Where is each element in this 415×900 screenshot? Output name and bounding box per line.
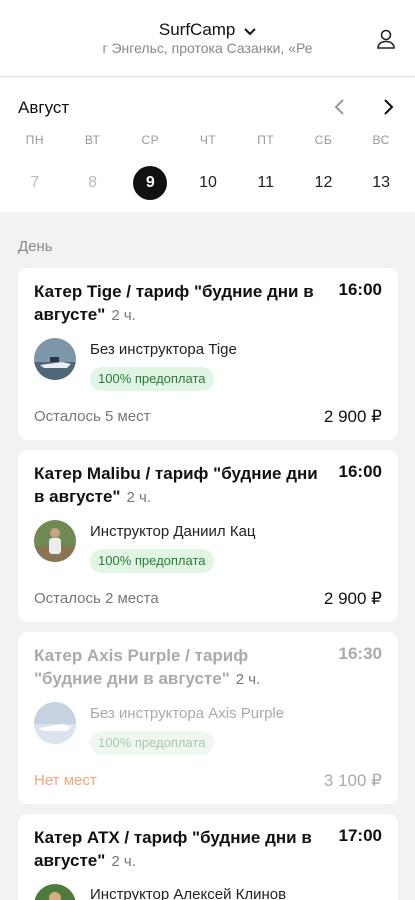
weekday-label: ВТ <box>84 133 101 147</box>
instructor-name: Без инструктора Axis Purple <box>90 705 285 722</box>
week-calendar: Август ПН ВТ СР ЧТ ПТ СБ ВС 7 8 9 10 11 … <box>0 78 415 212</box>
slot-title: Катер Axis Purple / тариф "будние дни в … <box>34 644 319 691</box>
instructor-avatar <box>34 884 76 900</box>
seats-left: Осталось 2 места <box>34 590 159 607</box>
slot-title: Катер Malibu / тариф "будние дни в авгус… <box>34 462 319 509</box>
slot-card[interactable]: Катер Malibu / тариф "будние дни в авгус… <box>18 450 398 622</box>
section-label: День <box>18 238 53 255</box>
slot-time: 16:00 <box>338 280 382 299</box>
instructor-name: Инструктор Даниил Кац <box>90 523 256 540</box>
slot-card[interactable]: Катер Tige / тариф "будние дни в августе… <box>18 268 398 440</box>
day-cell[interactable]: 12 <box>295 166 353 200</box>
slot-title: Катер ATX / тариф "будние дни в августе"… <box>34 826 319 873</box>
user-icon[interactable] <box>375 28 397 50</box>
prepayment-badge: 100% предоплата <box>90 367 214 391</box>
chevron-right-icon[interactable] <box>377 96 399 118</box>
slot-duration: 2 ч. <box>235 671 261 688</box>
weekday-row: ПН ВТ СР ЧТ ПТ СБ ВС <box>6 133 410 147</box>
day-cell[interactable]: 13 <box>352 166 410 200</box>
slot-price: 3 100 ₽ <box>323 771 382 790</box>
boat-avatar <box>34 338 76 380</box>
day-row: 7 8 9 10 11 12 13 <box>6 166 410 200</box>
weekday-label: ЧТ <box>199 133 217 147</box>
app-header: SurfCamp г Энгельс, протока Сазанки, «Ре <box>0 0 415 77</box>
day-cell: 8 <box>88 174 98 191</box>
weekday-label: СР <box>141 133 160 147</box>
chevron-left-icon[interactable] <box>329 96 351 118</box>
no-seats-label: Нет мест <box>34 772 97 789</box>
slot-duration: 2 ч. <box>111 853 136 870</box>
weekday-label: ПТ <box>257 133 275 147</box>
camp-selector[interactable]: SurfCamp <box>0 20 415 41</box>
chevron-down-icon <box>244 21 256 41</box>
slot-title-text: Катер Malibu / тариф "будние дни в авгус… <box>34 464 318 506</box>
day-cell: 7 <box>30 174 40 191</box>
slot-duration: 2 ч. <box>111 307 136 324</box>
month-label: Август <box>18 98 70 117</box>
slot-title-text: Катер Axis Purple / тариф "будние дни в … <box>34 646 249 688</box>
slot-time: 17:00 <box>338 826 382 845</box>
slot-price: 2 900 ₽ <box>323 589 382 608</box>
slot-card[interactable]: Катер ATX / тариф "будние дни в августе"… <box>18 814 398 900</box>
slot-time: 16:30 <box>338 644 382 663</box>
slot-title: Катер Tige / тариф "будние дни в августе… <box>34 280 319 327</box>
camp-address: г Энгельс, протока Сазанки, «Ре <box>102 40 313 56</box>
prepayment-badge: 100% предоплата <box>90 549 214 573</box>
slot-title-text: Катер ATX / тариф "будние дни в августе" <box>34 828 312 870</box>
slot-price: 2 900 ₽ <box>323 407 382 426</box>
selected-day-number: 9 <box>133 166 168 200</box>
prepayment-badge: 100% предоплата <box>90 731 214 755</box>
instructor-avatar <box>34 520 76 562</box>
slot-card-unavailable: Катер Axis Purple / тариф "будние дни в … <box>18 632 398 804</box>
instructor-name: Инструктор Алексей Клинов <box>90 886 287 900</box>
weekday-label: СБ <box>314 133 333 147</box>
weekday-label: ПН <box>25 133 44 147</box>
slot-duration: 2 ч. <box>126 489 152 506</box>
instructor-name: Без инструктора Tige <box>90 341 237 358</box>
weekday-label: ВС <box>372 133 390 147</box>
seats-left: Осталось 5 мест <box>34 408 151 425</box>
day-cell[interactable]: 10 <box>179 166 237 200</box>
slot-time: 16:00 <box>338 462 382 481</box>
day-cell[interactable]: 11 <box>237 166 295 200</box>
slot-title-text: Катер Tige / тариф "будние дни в августе… <box>34 282 314 324</box>
day-cell-selected[interactable]: 9 <box>121 166 179 200</box>
camp-title: SurfCamp <box>158 20 236 39</box>
boat-avatar <box>34 702 76 744</box>
